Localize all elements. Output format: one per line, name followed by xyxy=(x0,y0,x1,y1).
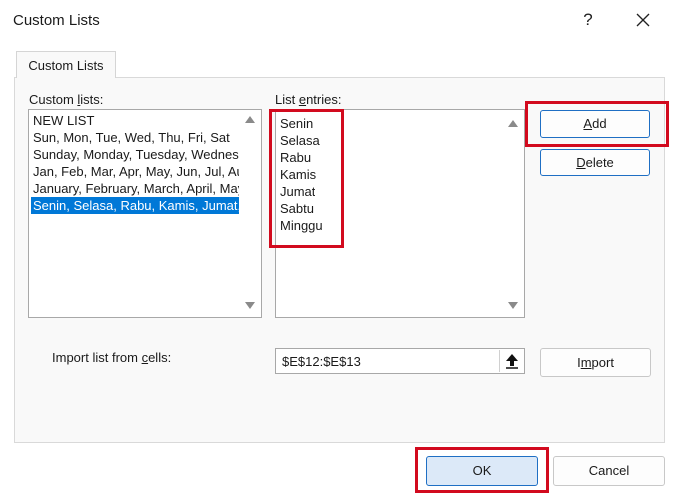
custom-lists-listbox[interactable]: NEW LIST Sun, Mon, Tue, Wed, Thu, Fri, S… xyxy=(28,109,262,318)
delete-button-label: elete xyxy=(585,155,614,170)
upload-arrow-icon xyxy=(506,354,518,369)
scroll-up-icon[interactable] xyxy=(245,116,255,123)
add-button-label: dd xyxy=(592,116,607,131)
list-entries-scrollbar[interactable] xyxy=(503,110,524,317)
ok-button[interactable]: OK xyxy=(426,456,538,486)
import-button[interactable]: Import xyxy=(540,348,651,377)
close-icon xyxy=(636,13,650,27)
list-entry: Senin xyxy=(280,116,314,131)
delete-button-accel: D xyxy=(576,155,586,170)
import-label-text-end: ells: xyxy=(148,350,172,365)
delete-button[interactable]: Delete xyxy=(540,149,650,176)
list-entry: Rabu xyxy=(280,150,312,165)
custom-list-item[interactable]: Jan, Feb, Mar, Apr, May, Jun, Jul, Aug, … xyxy=(31,163,239,180)
dialog-title: Custom Lists xyxy=(13,12,100,29)
custom-list-item[interactable]: Sunday, Monday, Tuesday, Wednesday, Thur… xyxy=(31,146,239,163)
list-entries-textarea[interactable]: Senin Selasa Rabu Kamis Jumat Sabtu Ming… xyxy=(275,109,525,318)
custom-lists-label-text: Custom xyxy=(29,92,78,107)
list-entries-label-text-end: ntries: xyxy=(306,92,342,107)
scroll-down-icon[interactable] xyxy=(245,302,255,309)
custom-list-item[interactable]: Sun, Mon, Tue, Wed, Thu, Fri, Sat xyxy=(31,129,239,146)
list-entry: Selasa xyxy=(280,133,320,148)
list-entries-label-text: List xyxy=(275,92,299,107)
list-entry: Kamis xyxy=(280,167,317,182)
cancel-button[interactable]: Cancel xyxy=(553,456,665,486)
collapse-dialog-button[interactable] xyxy=(499,350,523,372)
import-range-input[interactable] xyxy=(275,348,525,374)
custom-lists-label-text-end: ists: xyxy=(80,92,104,107)
tab-custom-lists[interactable]: Custom Lists xyxy=(16,51,116,78)
import-button-label-end: port xyxy=(591,355,614,370)
list-entry: Jumat xyxy=(280,184,316,199)
help-button[interactable]: ? xyxy=(576,6,600,34)
custom-lists-scrollbar[interactable] xyxy=(240,110,261,317)
scroll-down-icon[interactable] xyxy=(508,302,518,309)
custom-lists-label: Custom lists: xyxy=(29,92,103,107)
custom-list-item[interactable]: NEW LIST xyxy=(31,112,239,129)
list-entry: Minggu xyxy=(280,218,323,233)
custom-list-item-selected[interactable]: Senin, Selasa, Rabu, Kamis, Jumat, Sabtu… xyxy=(31,197,239,214)
list-entry: Sabtu xyxy=(280,201,314,216)
import-label: Import list from cells: xyxy=(52,350,171,365)
scroll-up-icon[interactable] xyxy=(508,120,518,127)
add-button[interactable]: Add xyxy=(540,110,650,138)
custom-list-item[interactable]: January, February, March, April, May, Ju… xyxy=(31,180,239,197)
list-entries-label-accel: e xyxy=(298,92,307,107)
list-entries-label: List entries: xyxy=(275,92,341,107)
close-button[interactable] xyxy=(628,4,658,36)
import-label-text: Import list from xyxy=(52,350,142,365)
add-button-accel: A xyxy=(583,116,593,131)
import-button-accel: m xyxy=(580,355,592,370)
